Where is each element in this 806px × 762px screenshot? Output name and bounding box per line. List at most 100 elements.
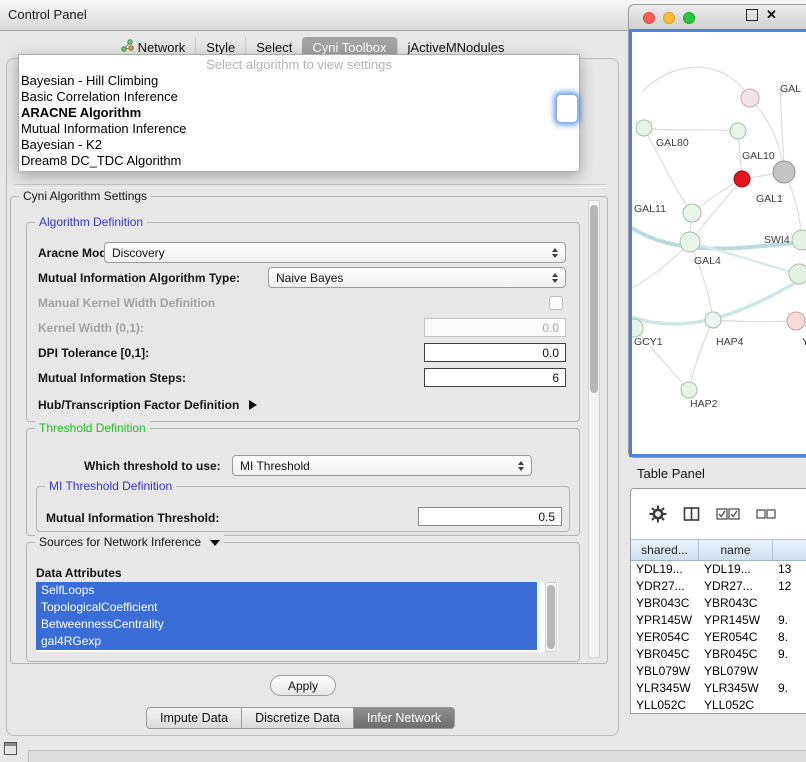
table-columns-button[interactable] <box>683 506 700 522</box>
algorithm-option-mutual-information-inference[interactable]: Mutual Information Inference <box>19 121 579 137</box>
table-cell: 9. <box>773 612 806 629</box>
deselect-all-rows-button[interactable] <box>756 509 776 519</box>
bottom-tab-infer-network[interactable]: Infer Network <box>354 707 455 729</box>
network-edge <box>632 242 690 288</box>
algorithm-option-bayesian-k2[interactable]: Bayesian - K2 <box>19 137 579 153</box>
threshold-definition-title: Threshold Definition <box>35 421 150 435</box>
network-canvas[interactable]: GALGAL80GAL10GAL1GAL11SWI4GAL4GCY1HAP4YH… <box>629 29 806 457</box>
bottom-dock-strip <box>28 750 806 762</box>
algorithm-placeholder: Select algorithm to view settings <box>19 57 579 73</box>
hub-definition-label: Hub/Transcription Factor Definition <box>38 398 239 412</box>
table-cell: YBR045C <box>631 646 699 663</box>
network-graph: GALGAL80GAL10GAL1GAL11SWI4GAL4GCY1HAP4YH… <box>632 32 806 454</box>
kernel-width-field[interactable]: 0.0 <box>424 318 566 337</box>
checked-boxes-icon <box>716 508 740 520</box>
algorithm-option-dream8-dc-tdc-algorithm[interactable]: Dream8 DC_TDC Algorithm <box>19 153 579 169</box>
attribute-item-betweennesscentrality[interactable]: BetweennessCentrality <box>36 616 537 633</box>
hidden-group-divider <box>14 184 606 188</box>
table-panel: shared...name YDL19...YDL19...13YDR27...… <box>630 488 806 714</box>
columns-icon <box>683 506 700 522</box>
network-edge <box>713 320 796 322</box>
network-node[interactable] <box>636 120 652 136</box>
network-node[interactable] <box>730 123 746 139</box>
table-settings-button[interactable] <box>649 505 667 523</box>
window-traffic-lights <box>643 12 695 24</box>
network-node[interactable] <box>705 312 721 328</box>
settings-scrollbar-thumb[interactable] <box>590 205 598 393</box>
table-row[interactable]: YBR043CYBR043C <box>631 595 806 612</box>
bottom-tab-discretize-data[interactable]: Discretize Data <box>242 707 354 729</box>
table-cell: YLL052C <box>699 697 773 714</box>
table-row[interactable]: YBL079WYBL079W <box>631 663 806 680</box>
algorithm-option-basic-correlation-inference[interactable]: Basic Correlation Inference <box>19 89 579 105</box>
table-row[interactable]: YPR145WYPR145W9. <box>631 612 806 629</box>
network-edge <box>642 67 750 98</box>
aracne-mode-select[interactable]: Discovery <box>104 242 566 263</box>
table-column-header-2[interactable]: name <box>699 539 773 561</box>
table-column-header-1[interactable]: shared... <box>631 539 699 561</box>
sources-group-title[interactable]: Sources for Network Inference <box>35 535 224 549</box>
restore-panel-icon[interactable] <box>4 742 17 755</box>
table-row[interactable]: YER054CYER054C8. <box>631 629 806 646</box>
tab-label: Cyni Toolbox <box>312 40 386 55</box>
attributes-scrollbar-thumb[interactable] <box>547 585 555 649</box>
network-edge <box>689 320 713 390</box>
network-node-label: Y <box>802 336 806 348</box>
table-cell: YER054C <box>631 629 699 646</box>
hub-definition-toggle[interactable]: Hub/Transcription Factor Definition <box>38 398 257 412</box>
network-node[interactable] <box>792 230 806 250</box>
table-cell: YPR145W <box>699 612 773 629</box>
network-node[interactable] <box>683 204 701 222</box>
zoom-window-icon[interactable] <box>683 12 695 24</box>
table-cell: YDR27... <box>631 578 699 595</box>
data-attributes-label: Data Attributes <box>36 566 122 580</box>
table-column-header-3[interactable] <box>773 539 806 561</box>
algorithm-option-bayesian-hill-climbing[interactable]: Bayesian - Hill Climbing <box>19 73 579 89</box>
which-threshold-value: MI Threshold <box>240 459 310 473</box>
network-window-titlebar[interactable] <box>629 5 806 29</box>
dpi-tolerance-field[interactable]: 0.0 <box>424 343 566 362</box>
network-node[interactable] <box>681 382 697 398</box>
table-row[interactable]: YDL19...YDL19...13 <box>631 561 806 578</box>
attributes-scrollbar[interactable] <box>545 582 557 652</box>
float-panel-icon[interactable] <box>746 9 758 21</box>
apply-button[interactable]: Apply <box>270 675 336 696</box>
network-node[interactable] <box>680 232 700 252</box>
sources-group-label: Sources for Network Inference <box>39 535 201 549</box>
attribute-item-selfloops[interactable]: SelfLoops <box>36 582 537 599</box>
algorithm-option-aracne-algorithm[interactable]: ARACNE Algorithm <box>19 105 579 121</box>
mi-threshold-field[interactable]: 0.5 <box>418 507 562 526</box>
application-root: Control Panel ✕ NetworkStyleSelectCyni T… <box>0 0 806 762</box>
table-row[interactable]: YLR345WYLR345W9. <box>631 680 806 697</box>
table-row[interactable]: YBR045CYBR045C9. <box>631 646 806 663</box>
focused-help-button[interactable] <box>556 94 578 123</box>
table-row[interactable]: YDR27...YDR27...12 <box>631 578 806 595</box>
close-panel-icon[interactable]: ✕ <box>766 8 777 21</box>
network-node[interactable] <box>787 312 805 330</box>
which-threshold-select[interactable]: MI Threshold <box>232 455 532 476</box>
select-all-rows-button[interactable] <box>716 508 740 520</box>
mi-type-select[interactable]: Naive Bayes <box>268 267 566 288</box>
gear-icon <box>649 505 667 523</box>
manual-kernel-checkbox[interactable] <box>549 296 563 310</box>
table-row[interactable]: YLL052CYLL052C <box>631 697 806 714</box>
table-cell <box>773 697 806 714</box>
attribute-item-gal4rgexp[interactable]: gal4RGexp <box>36 633 537 650</box>
network-node-label: GAL80 <box>656 137 689 149</box>
minimize-window-icon[interactable] <box>663 12 675 24</box>
mi-steps-field[interactable]: 6 <box>424 368 566 387</box>
network-node[interactable] <box>734 171 750 187</box>
network-node[interactable] <box>789 264 806 284</box>
bottom-tab-impute-data[interactable]: Impute Data <box>146 707 242 729</box>
close-window-icon[interactable] <box>643 12 655 24</box>
network-node[interactable] <box>741 89 759 107</box>
network-node[interactable] <box>773 161 795 183</box>
bottom-tab-bar: Impute DataDiscretize DataInfer Network <box>146 707 455 729</box>
network-node[interactable] <box>632 319 643 337</box>
mi-type-label: Mutual Information Algorithm Type: <box>38 271 240 285</box>
combo-arrows-icon <box>546 273 558 283</box>
settings-scrollbar[interactable] <box>588 200 600 658</box>
network-node-label: GCY1 <box>634 336 663 348</box>
network-node-label: HAP4 <box>716 336 744 348</box>
attribute-item-topologicalcoefficient[interactable]: TopologicalCoefficient <box>36 599 537 616</box>
